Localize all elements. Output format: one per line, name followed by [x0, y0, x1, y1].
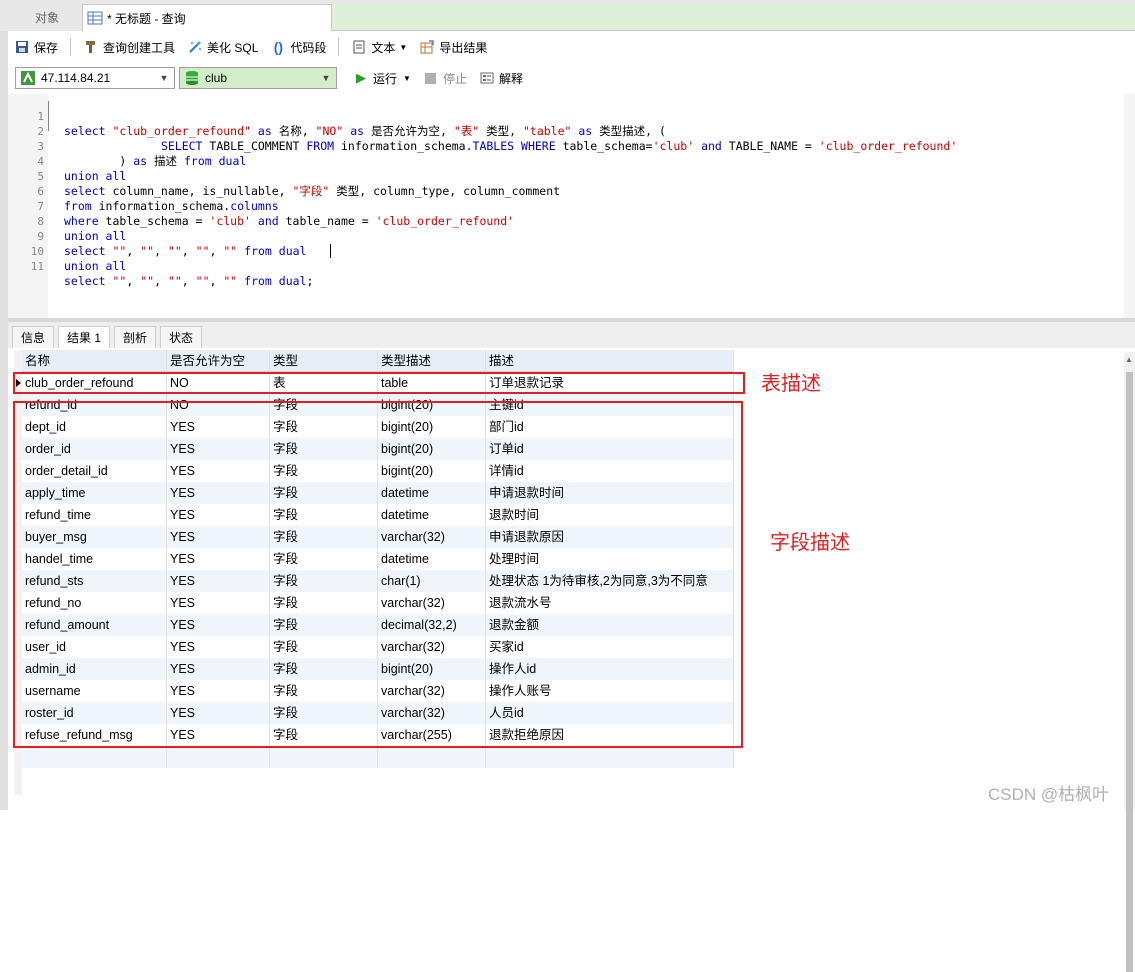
- query-builder-label: 查询创建工具: [103, 40, 176, 55]
- tab-objects[interactable]: 对象: [12, 4, 82, 31]
- explain-icon: [479, 70, 495, 86]
- grid-scrollbar[interactable]: ▲: [1124, 352, 1135, 972]
- run-button[interactable]: ▶ 运行 ▼: [347, 66, 417, 90]
- grid-cell[interactable]: [378, 746, 486, 768]
- sql-editor[interactable]: 1 select "club_order_refound" as 名称, "NO…: [8, 94, 1135, 318]
- result-tabs: 信息 结果 1 剖析 状态: [8, 322, 1135, 348]
- text-label: 文本: [371, 40, 396, 55]
- code-line: select "", "", "", "", "" from dual;: [64, 274, 314, 288]
- fold-marker: [48, 101, 56, 131]
- stop-label: 停止: [442, 71, 467, 86]
- stop-button[interactable]: 停止: [417, 66, 473, 90]
- code-line: ) as 描述 from dual: [64, 154, 247, 168]
- export-grid-icon: [419, 39, 435, 55]
- snippet-label: 代码段: [290, 40, 327, 55]
- left-edge: [0, 31, 8, 810]
- tab-query-label: * 无标题 - 查询: [107, 11, 186, 26]
- toolbar-separator: [338, 38, 340, 56]
- code-line: union all: [64, 169, 127, 183]
- grid-cell[interactable]: [486, 746, 734, 768]
- save-icon: [14, 39, 30, 55]
- text-button[interactable]: 文本 ▼: [345, 35, 413, 59]
- code-line: select column_name, is_nullable, "字段" 类型…: [64, 184, 561, 198]
- query-builder-button[interactable]: 查询创建工具: [77, 35, 181, 59]
- column-header[interactable]: 名称: [22, 350, 167, 372]
- table-row[interactable]: [22, 746, 734, 768]
- magic-wand-icon: [187, 39, 203, 55]
- beautify-sql-label: 美化 SQL: [207, 40, 259, 55]
- tab-bar-filler: [332, 4, 1135, 31]
- line-number: 11: [30, 260, 44, 273]
- code-line: union all: [64, 259, 127, 273]
- code-line: where table_schema = 'club' and table_na…: [64, 214, 515, 228]
- hammer-icon: [83, 39, 99, 55]
- code-line: select "", "", "", "", "" from dual: [64, 244, 307, 258]
- connection-select[interactable]: 47.114.84.21 ▼: [15, 67, 175, 89]
- editor-scrollbar[interactable]: [1124, 94, 1135, 318]
- chevron-down-icon[interactable]: ▼: [156, 70, 172, 86]
- scroll-up-icon[interactable]: ▲: [1125, 355, 1133, 364]
- column-header[interactable]: 描述: [486, 350, 734, 372]
- grid-cell[interactable]: [22, 746, 167, 768]
- code-line: select "club_order_refound" as 名称, "NO" …: [64, 124, 666, 138]
- grid-header-row: 名称 是否允许为空 类型 类型描述 描述: [22, 350, 734, 372]
- grid-cell[interactable]: [167, 746, 270, 768]
- connection-icon: [20, 70, 36, 86]
- chevron-down-icon[interactable]: ▼: [318, 70, 334, 86]
- column-header[interactable]: 是否允许为空: [167, 350, 270, 372]
- beautify-sql-button[interactable]: 美化 SQL: [181, 35, 264, 59]
- stop-icon: [423, 70, 439, 86]
- main-toolbar: 保存 查询创建工具 美化 SQL () 代码段 文本 ▼ 导出结果: [8, 32, 1135, 62]
- code-line: union all: [64, 229, 127, 243]
- database-value: club: [205, 71, 228, 85]
- chevron-down-icon: ▼: [403, 73, 411, 83]
- query-table-icon: [87, 10, 103, 26]
- table-row-highlight: [13, 372, 745, 394]
- parentheses-icon: (): [273, 39, 284, 55]
- connection-value: 47.114.84.21: [41, 71, 111, 85]
- explain-label: 解释: [498, 71, 523, 86]
- toolbar-separator: [70, 38, 72, 56]
- save-button[interactable]: 保存: [8, 35, 64, 59]
- column-header[interactable]: 类型: [270, 350, 378, 372]
- code-line: from information_schema.columns: [64, 199, 279, 213]
- tab-info[interactable]: 信息: [12, 326, 55, 348]
- text-caret: [330, 244, 331, 258]
- database-select[interactable]: club ▼: [179, 67, 337, 89]
- connection-toolbar: 47.114.84.21 ▼ club ▼ ▶ 运行 ▼ 停止 解释: [8, 64, 1135, 92]
- tab-bar: 对象 * 无标题 - 查询: [0, 0, 1135, 31]
- run-label: 运行: [373, 71, 398, 86]
- document-icon: [351, 39, 367, 55]
- play-icon: ▶: [356, 70, 366, 85]
- save-label: 保存: [34, 40, 59, 55]
- field-desc-annotation: 字段描述: [770, 532, 850, 554]
- chevron-down-icon: ▼: [399, 42, 408, 52]
- watermark: CSDN @枯枫叶: [988, 785, 1110, 804]
- field-rows-highlight: [13, 401, 743, 748]
- code-line: SELECT TABLE_COMMENT FROM information_sc…: [160, 139, 958, 153]
- scrollbar-thumb[interactable]: [1126, 372, 1133, 972]
- table-desc-annotation: 表描述: [761, 373, 821, 395]
- export-results-label: 导出结果: [439, 40, 488, 55]
- tab-result-1[interactable]: 结果 1: [58, 326, 111, 348]
- tab-status[interactable]: 状态: [160, 326, 203, 348]
- export-results-button[interactable]: 导出结果: [413, 35, 493, 59]
- snippet-button[interactable]: () 代码段: [264, 35, 332, 59]
- database-icon: [184, 70, 200, 86]
- tab-query[interactable]: * 无标题 - 查询: [82, 4, 332, 31]
- column-header[interactable]: 类型描述: [378, 350, 486, 372]
- explain-button[interactable]: 解释: [473, 66, 529, 90]
- grid-cell[interactable]: [270, 746, 378, 768]
- tab-profile[interactable]: 剖析: [114, 326, 157, 348]
